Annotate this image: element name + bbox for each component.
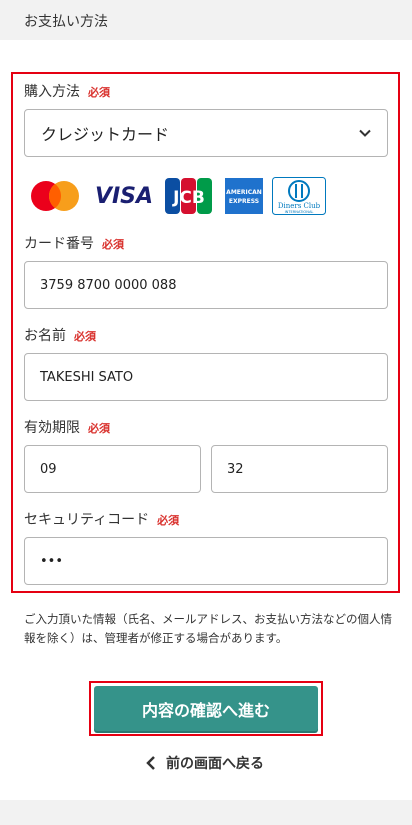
required-badge: 必須 [157, 514, 180, 527]
security-code-label-text: セキュリティコード [24, 512, 150, 528]
amex-logo: AMERICAN EXPRESS [225, 178, 263, 214]
amex-logo-text-bottom: EXPRESS [229, 198, 259, 205]
security-code-label: セキュリティコード 必須 [24, 509, 179, 529]
required-badge: 必須 [102, 238, 124, 251]
purchase-method-label-text: 購入方法 [24, 84, 80, 100]
card-number-field[interactable]: 3759 8700 0000 088 [24, 261, 388, 309]
section-title: お支払い方法 [0, 0, 412, 40]
submit-highlight: 内容の確認へ進む [89, 681, 323, 736]
expiry-label-text: 有効期限 [24, 420, 80, 436]
required-badge: 必須 [74, 330, 96, 343]
expiry-year-field[interactable]: 32 [211, 445, 388, 493]
chevron-left-icon [146, 756, 155, 770]
card-number-label-text: カード番号 [24, 236, 94, 252]
payment-page: お支払い方法 購入方法 必須 クレジットカード VISA JCB AMERICAN [0, 0, 412, 825]
required-badge: 必須 [88, 422, 110, 435]
diners-logo-text-top: Diners Club [278, 202, 321, 210]
expiry-month-field[interactable]: 09 [24, 445, 201, 493]
visa-logo: VISA [95, 184, 153, 208]
required-badge: 必須 [88, 86, 110, 99]
expiry-label: 有効期限 必須 [24, 417, 110, 437]
security-code-value: ••• [40, 553, 64, 569]
expiry-month-value: 09 [40, 461, 57, 477]
purchase-method-select[interactable]: クレジットカード [24, 109, 388, 157]
jcb-logo: JCB [165, 178, 212, 214]
card-number-label: カード番号 必須 [24, 233, 124, 253]
chevron-down-icon [359, 129, 371, 137]
amex-logo-text-top: AMERICAN [226, 189, 262, 196]
visa-logo-text: VISA [95, 184, 153, 208]
name-field[interactable]: TAKESHI SATO [24, 353, 388, 401]
diners-club-logo: Diners Club INTERNATIONAL [272, 177, 326, 215]
purchase-method-selected: クレジットカード [41, 125, 170, 144]
mastercard-logo [31, 181, 79, 211]
security-code-field[interactable]: ••• [24, 537, 388, 585]
back-link-label: 前の画面へ戻る [166, 756, 264, 772]
card-number-value: 3759 8700 0000 088 [40, 277, 177, 293]
purchase-method-label: 購入方法 必須 [24, 81, 110, 101]
name-label: お名前 必須 [24, 325, 96, 345]
back-link[interactable]: 前の画面へ戻る [146, 752, 264, 774]
expiry-year-value: 32 [227, 461, 244, 477]
confirm-button[interactable]: 内容の確認へ進む [94, 686, 318, 731]
name-label-text: お名前 [24, 328, 66, 344]
privacy-notice: ご入力頂いた情報（氏名、メールアドレス、お支払い方法などの個人情報を除く）は、管… [24, 612, 392, 645]
diners-logo-text-bottom: INTERNATIONAL [285, 210, 314, 214]
jcb-logo-text: JCB [172, 188, 205, 208]
name-value: TAKESHI SATO [40, 369, 134, 385]
